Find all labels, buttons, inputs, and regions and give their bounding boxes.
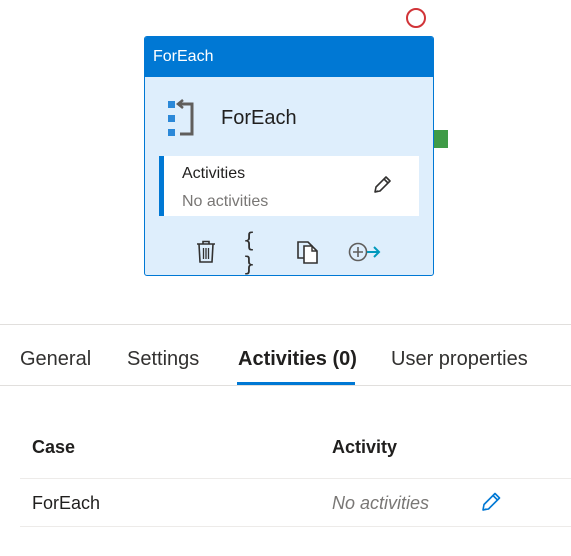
copy-icon: [297, 241, 318, 264]
column-header-activity: Activity: [332, 437, 398, 457]
edit-activities-icon[interactable]: [479, 490, 503, 514]
add-output-button[interactable]: [347, 237, 383, 267]
node-header: ForEach: [145, 37, 433, 77]
activities-box: Activities No activities: [159, 156, 419, 216]
row-divider: [20, 478, 571, 479]
tabs-divider: [0, 385, 571, 386]
success-output-port[interactable]: [434, 130, 448, 148]
delete-button[interactable]: [195, 237, 217, 267]
status-circle-icon: [406, 8, 426, 28]
foreach-activity-node[interactable]: ForEach ForEach Activities No activities: [144, 36, 434, 276]
row-divider: [20, 526, 571, 527]
node-title: ForEach: [221, 107, 297, 129]
node-body: ForEach Activities No activities { }: [145, 77, 433, 275]
table-cell-activity: No activities: [332, 493, 430, 513]
edit-pencil-icon[interactable]: [371, 174, 393, 196]
tab-user-properties[interactable]: User properties: [391, 348, 528, 371]
clone-button[interactable]: [295, 237, 321, 267]
tab-settings[interactable]: Settings: [127, 348, 199, 371]
activities-label: Activities: [182, 165, 246, 182]
table-cell-case: ForEach: [32, 493, 101, 513]
add-output-icon: [348, 242, 381, 262]
code-button[interactable]: { }: [243, 228, 273, 275]
code-braces-icon: { }: [243, 228, 256, 276]
column-header-case: Case: [32, 437, 76, 457]
foreach-loop-icon: [168, 99, 194, 136]
activities-value: No activities: [182, 193, 269, 210]
properties-tabs: General Settings Activities (0) User pro…: [0, 325, 571, 385]
tab-general[interactable]: General: [20, 348, 91, 371]
node-toolbar: { }: [145, 228, 433, 275]
trash-icon: [197, 240, 215, 263]
tab-activities[interactable]: Activities (0): [238, 348, 357, 371]
